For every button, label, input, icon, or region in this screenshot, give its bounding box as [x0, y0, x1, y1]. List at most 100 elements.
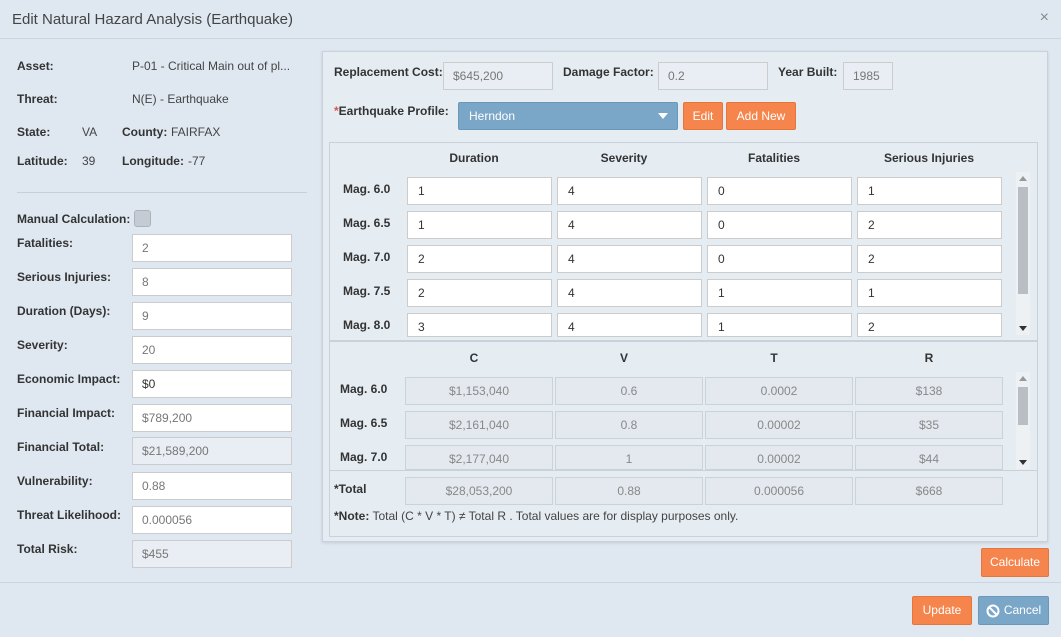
manual-calculation-checkbox[interactable] [134, 210, 151, 227]
note-label: *Note: [334, 509, 370, 523]
grid2-column-header: V [619, 351, 628, 365]
grid1-input-cell[interactable]: 4 [557, 177, 702, 205]
financial-impact-field[interactable]: $789,200 [132, 404, 292, 432]
update-button[interactable]: Update [912, 596, 972, 625]
ban-icon [986, 604, 1000, 618]
grid2-value-cell: $1,153,040 [405, 377, 553, 405]
grid1-scroll-thumb[interactable] [1018, 187, 1028, 294]
grid1-input-cell[interactable]: 1 [707, 279, 852, 307]
chevron-down-icon [658, 113, 668, 119]
total-row-label: *Total [334, 482, 367, 496]
economic-impact-label: Economic Impact: [17, 372, 121, 386]
grid1-column-header: Serious Injuries [883, 151, 975, 165]
vulnerability-field[interactable]: 0.88 [132, 472, 292, 500]
left-divider [17, 192, 307, 193]
grid1-input-cell[interactable]: 0 [707, 177, 852, 205]
earthquake-profile-label: *Earthquake Profile: [334, 104, 449, 118]
grid1-input-cell[interactable]: 1 [407, 211, 552, 239]
grid2-value-cell: 0.0002 [705, 377, 853, 405]
state-value: VA [82, 125, 98, 139]
grid1-input-cell[interactable]: 0 [707, 211, 852, 239]
grid2-value-cell: 0.6 [555, 377, 703, 405]
latitude-value: 39 [82, 154, 96, 168]
grid2-value-cell: $138 [855, 377, 1003, 405]
grid1-input-cell[interactable]: 4 [557, 245, 702, 273]
year-built-field: 1985 [843, 62, 893, 90]
total-v-cell: 0.88 [555, 477, 703, 505]
economic-impact-field[interactable]: $0 [132, 370, 292, 398]
total-c-cell: $28,053,200 [405, 477, 553, 505]
grid1-input-cell[interactable]: 2 [407, 245, 552, 273]
grid1-input-cell[interactable]: 2 [407, 279, 552, 307]
calculate-button[interactable]: Calculate [981, 548, 1049, 577]
financial-total-field: $21,589,200 [132, 437, 292, 465]
asset-label: Asset: [17, 59, 54, 73]
grid2-value-cell: 0.00002 [705, 445, 853, 470]
grid2-scrollbar[interactable] [1016, 372, 1030, 469]
latitude-label: Latitude: [17, 154, 68, 168]
edit-profile-button[interactable]: Edit [683, 102, 723, 130]
grid1-input-cell[interactable]: 2 [857, 211, 1002, 239]
grid1-input-cell[interactable]: 1 [407, 177, 552, 205]
grid2-value-cell: $2,161,040 [405, 411, 553, 439]
grid1-column-header: Fatalities [747, 151, 801, 165]
grid1-input-cell[interactable]: 1 [857, 279, 1002, 307]
serious-injuries-label: Serious Injuries: [17, 270, 112, 284]
manual-calculation-label: Manual Calculation: [17, 212, 131, 226]
grid1-input-cell[interactable]: 4 [557, 279, 702, 307]
grid1-input-cell[interactable]: 3 [407, 313, 552, 337]
grid2-scroll-thumb[interactable] [1018, 387, 1028, 425]
total-t-cell: 0.000056 [705, 477, 853, 505]
cancel-label: Cancel [1003, 603, 1042, 617]
footer-divider [0, 582, 1061, 583]
add-new-profile-button[interactable]: Add New [726, 102, 796, 130]
grid1-input-cell[interactable]: 1 [857, 177, 1002, 205]
longitude-label: Longitude: [122, 154, 184, 168]
total-r-cell: $668 [855, 477, 1003, 505]
earthquake-profile-select[interactable]: Herndon [458, 102, 678, 130]
financial-impact-label: Financial Impact: [17, 406, 116, 420]
grid1-input-cell[interactable]: 1 [707, 313, 852, 337]
vulnerability-label: Vulnerability: [17, 474, 93, 488]
scroll-up-icon[interactable] [1019, 376, 1027, 381]
grid2-value-cell: 1 [555, 445, 703, 470]
grid2-column-header: T [770, 351, 778, 365]
grid1-row-label: Mag. 8.0 [343, 318, 391, 332]
cancel-button[interactable]: Cancel [978, 596, 1049, 625]
longitude-value: -77 [188, 154, 206, 168]
profile-input-grid [329, 142, 1038, 341]
grid2-value-cell: 0.00002 [705, 411, 853, 439]
total-note: *Note: Total (C * V * T) ≠ Total R . Tot… [334, 509, 738, 523]
duration-field[interactable]: 9 [132, 302, 292, 330]
scroll-down-icon[interactable] [1019, 326, 1027, 331]
threat-label: Threat: [17, 92, 58, 106]
financial-total-label: Financial Total: [17, 440, 105, 454]
damage-factor-label: Damage Factor: [563, 65, 654, 79]
grid1-input-cell[interactable]: 2 [857, 245, 1002, 273]
grid1-input-cell[interactable]: 0 [707, 245, 852, 273]
grid1-input-cell[interactable]: 4 [557, 211, 702, 239]
grid1-row-label: Mag. 6.0 [343, 182, 391, 196]
grid1-column-header: Severity [600, 151, 648, 165]
grid1-row-label: Mag. 7.0 [343, 250, 391, 264]
grid1-column-header: Duration [449, 151, 499, 165]
serious-injuries-field[interactable]: 8 [132, 268, 292, 296]
grid1-row-label: Mag. 7.5 [343, 284, 391, 298]
scroll-down-icon[interactable] [1019, 460, 1027, 465]
grid1-input-cell[interactable]: 4 [557, 313, 702, 337]
severity-field[interactable]: 20 [132, 336, 292, 364]
total-separator [329, 470, 1038, 471]
threat-likelihood-field[interactable]: 0.000056 [132, 506, 292, 534]
severity-label: Severity: [17, 338, 68, 352]
grid1-scrollbar[interactable] [1016, 172, 1030, 335]
close-icon[interactable]: × [1040, 9, 1049, 27]
cvtr-grid [329, 341, 1038, 537]
grid1-input-cell[interactable]: 2 [857, 313, 1002, 337]
fatalities-field[interactable]: 2 [132, 234, 292, 262]
total-risk-field: $455 [132, 540, 292, 568]
replacement-cost-label: Replacement Cost: [334, 65, 443, 79]
replacement-cost-field: $645,200 [443, 62, 553, 90]
grid2-value-cell: $2,177,040 [405, 445, 553, 470]
threat-likelihood-label: Threat Likelihood: [17, 508, 122, 522]
scroll-up-icon[interactable] [1019, 176, 1027, 181]
